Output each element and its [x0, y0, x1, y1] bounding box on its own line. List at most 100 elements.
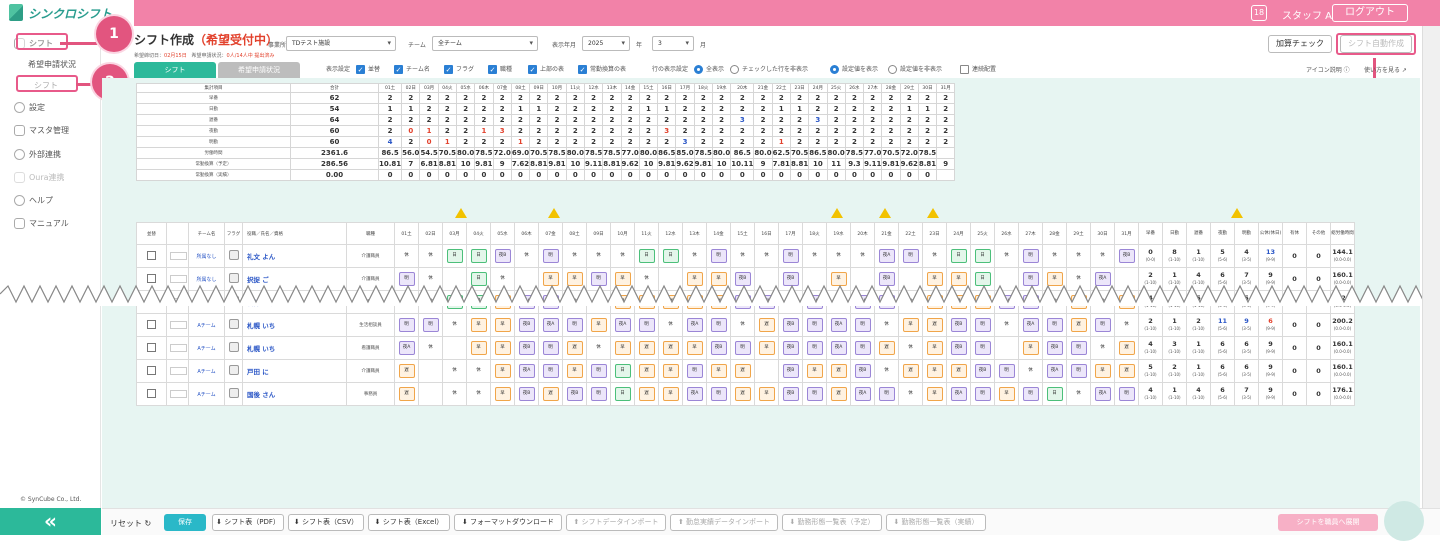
shift-cell[interactable]: 休	[994, 313, 1019, 337]
shift-chip[interactable]: 休	[447, 364, 463, 378]
shift-cell[interactable]: 遅	[538, 382, 563, 406]
flag-icon[interactable]	[228, 342, 239, 352]
shift-chip[interactable]: 明	[1118, 387, 1135, 401]
shift-cell[interactable]: 遅	[1066, 313, 1091, 337]
shift-cell[interactable]: 夜A	[1090, 382, 1115, 406]
shift-cell[interactable]: 休	[850, 244, 875, 268]
shift-cell[interactable]: 夜B	[514, 313, 539, 337]
shift-chip[interactable]: 夜B	[782, 318, 799, 332]
shift-chip[interactable]: 夜B	[782, 341, 799, 355]
shift-cell[interactable]: 休	[442, 382, 467, 406]
shift-cell[interactable]: 夜B	[970, 359, 995, 383]
shift-cell[interactable]: 遅	[634, 382, 659, 406]
row-select-cell[interactable]	[136, 382, 167, 406]
shift-chip[interactable]: 日	[1046, 387, 1063, 401]
shift-chip[interactable]	[999, 340, 1015, 354]
shift-cell[interactable]: 遅	[730, 359, 755, 383]
shift-cell[interactable]: 遅	[946, 359, 971, 383]
month-select[interactable]: 3	[652, 36, 694, 51]
shift-chip[interactable]: 早	[566, 364, 583, 378]
tab-request-status[interactable]: 希望申請状況	[218, 62, 300, 78]
attendance-import-button[interactable]: ⬆ 勤怠実績データインポート	[670, 514, 778, 531]
shift-cell[interactable]: 遅	[394, 359, 419, 383]
shift-chip[interactable]: 早	[926, 387, 943, 401]
shift-cell[interactable]: 早	[754, 336, 779, 360]
shift-cell[interactable]: 遅	[634, 359, 659, 383]
shift-cell[interactable]: 明	[850, 313, 875, 337]
warning-icon[interactable]	[455, 208, 467, 218]
shift-cell[interactable]: 早	[490, 382, 515, 406]
shift-chip[interactable]: 休	[735, 249, 751, 263]
shift-cell[interactable]: 明	[538, 336, 563, 360]
shift-cell[interactable]: 夜A	[610, 313, 635, 337]
shift-cell[interactable]: 明	[1018, 382, 1043, 406]
shift-chip[interactable]: 休	[1071, 249, 1087, 263]
shift-cell[interactable]: 休	[514, 244, 539, 268]
shift-chip[interactable]: 休	[999, 249, 1015, 263]
shift-cell[interactable]: 明	[418, 313, 443, 337]
shift-chip[interactable]: 早	[926, 341, 943, 355]
shift-cell[interactable]: 夜B	[514, 382, 539, 406]
drag-handle[interactable]	[170, 390, 187, 398]
shift-chip[interactable]: 夜A	[686, 387, 703, 401]
shift-cell[interactable]: 明	[538, 244, 563, 268]
shift-cell[interactable]: 早	[706, 359, 731, 383]
shift-chip[interactable]: 遅	[830, 364, 847, 378]
shift-cell[interactable]: 早	[490, 313, 515, 337]
shift-chip[interactable]: 明	[998, 364, 1015, 378]
shift-cell[interactable]: 休	[442, 313, 467, 337]
shift-cell[interactable]: 明	[586, 359, 611, 383]
shift-cell[interactable]: 日	[466, 244, 491, 268]
shift-chip[interactable]: 遅	[638, 341, 655, 355]
shift-chip[interactable]: 休	[999, 318, 1015, 332]
shift-cell[interactable]: 明	[1018, 244, 1043, 268]
shift-chip[interactable]: 明	[782, 249, 799, 263]
staff-name[interactable]: 礼文 よん	[242, 244, 347, 268]
shift-cell[interactable]: 夜A	[514, 359, 539, 383]
publish-button[interactable]: シフトを職員へ展開	[1278, 514, 1378, 531]
vertical-scrollbar[interactable]	[1422, 26, 1440, 508]
shift-chip[interactable]: 日	[638, 249, 655, 263]
office-select[interactable]: TDテスト施設	[286, 36, 396, 51]
shift-chip[interactable]: 遅	[542, 387, 559, 401]
staff-name[interactable]: 国後 さん	[242, 382, 347, 406]
flag-icon[interactable]	[228, 365, 239, 375]
shift-cell[interactable]: 休	[874, 313, 899, 337]
shift-chip[interactable]: 日	[974, 249, 991, 263]
shift-chip[interactable]: 夜A	[830, 341, 847, 355]
work-list-plan-button[interactable]: ⬇ 勤務形態一覧表（予定）	[782, 514, 882, 531]
shift-chip[interactable]: 休	[927, 249, 943, 263]
shift-chip[interactable]: 休	[879, 364, 895, 378]
shift-cell[interactable]: 休	[730, 313, 755, 337]
shift-chip[interactable]: 遅	[758, 318, 775, 332]
shift-chip[interactable]: 夜A	[854, 387, 871, 401]
shift-chip[interactable]: 休	[423, 249, 439, 263]
shift-cell[interactable]: 明	[706, 244, 731, 268]
shift-cell[interactable]: 夜A	[394, 336, 419, 360]
shift-cell[interactable]: 夜A	[538, 313, 563, 337]
shift-cell[interactable]: 夜B	[778, 382, 803, 406]
shift-chip[interactable]: 夜B	[1118, 249, 1135, 263]
shift-cell[interactable]: 明	[586, 382, 611, 406]
drag-handle[interactable]	[170, 344, 187, 352]
shift-cell[interactable]: 明	[874, 382, 899, 406]
shift-chip[interactable]	[447, 340, 463, 354]
staff-name[interactable]: 戸田 に	[242, 359, 347, 383]
shift-chip[interactable]: 夜B	[494, 249, 511, 263]
shift-cell[interactable]: 休	[730, 244, 755, 268]
drag-cell[interactable]	[166, 313, 189, 337]
shift-cell[interactable]: 遅	[826, 359, 851, 383]
shift-chip[interactable]	[423, 386, 439, 400]
shift-cell[interactable]: 夜A	[1042, 359, 1067, 383]
shift-cell[interactable]: 夜B	[778, 336, 803, 360]
shift-cell[interactable]: 遅	[1114, 336, 1139, 360]
shift-chip[interactable]: 遅	[638, 364, 655, 378]
shift-chip[interactable]: 明	[734, 341, 751, 355]
shift-chip[interactable]: 遅	[1070, 318, 1087, 332]
shift-cell[interactable]: 休	[1090, 244, 1115, 268]
shift-chip[interactable]: 明	[398, 318, 415, 332]
shift-cell[interactable]: 明	[970, 313, 995, 337]
shift-cell[interactable]: 休	[1042, 244, 1067, 268]
shift-chip[interactable]: 明	[974, 341, 991, 355]
shift-cell[interactable]: 明	[1066, 336, 1091, 360]
